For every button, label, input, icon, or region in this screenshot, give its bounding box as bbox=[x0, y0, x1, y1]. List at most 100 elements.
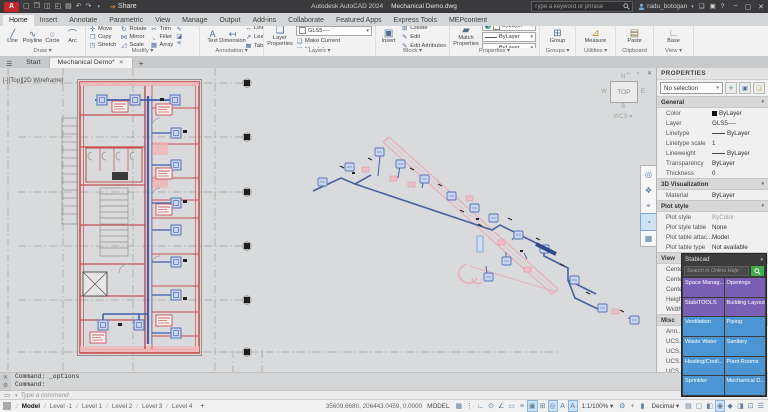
stabicad-module-button[interactable]: Mechanical D... bbox=[725, 376, 766, 395]
property-row[interactable]: Plot style table None ▾ bbox=[657, 222, 768, 232]
layout-tab[interactable]: /Level 1 bbox=[74, 403, 104, 410]
status-tool-icon[interactable]: ▢ bbox=[695, 401, 704, 411]
maximize-button[interactable]: ▢ bbox=[745, 3, 752, 11]
modify-tool-button[interactable]: ◳Stretch bbox=[89, 41, 116, 48]
modify-tool-button[interactable]: ▦Array bbox=[150, 41, 173, 48]
modify-tool-button[interactable]: ✛Move bbox=[89, 26, 116, 33]
modify-tool-button[interactable]: ↻Rotate bbox=[120, 26, 146, 33]
property-row[interactable]: Transparency ByLayer ▾ bbox=[657, 158, 768, 168]
status-toggle-icon[interactable]: A bbox=[569, 401, 577, 411]
layout-tab[interactable]: /Level -1 bbox=[42, 403, 74, 410]
collapse-section-icon[interactable]: ▾ bbox=[761, 203, 764, 209]
new-file-icon[interactable]: ▢ bbox=[23, 2, 30, 12]
panel-label-groups[interactable]: Groups ▾ bbox=[540, 48, 575, 56]
match-properties-button[interactable]: ▰Match Properties bbox=[453, 26, 479, 48]
qat-dropdown-icon[interactable]: ▾ bbox=[98, 2, 101, 12]
property-row[interactable]: Linetype ByLayer ▾ bbox=[657, 128, 768, 138]
layout-tab[interactable]: /Level 3 bbox=[134, 403, 164, 410]
stabicad-module-button[interactable]: Space Manag... bbox=[683, 278, 724, 297]
close-command-history-icon[interactable]: ✕ bbox=[3, 374, 8, 381]
ribbon-tab[interactable]: Output bbox=[213, 15, 246, 26]
stabicad-module-button[interactable]: Building Layout bbox=[725, 298, 766, 317]
app-menu-button[interactable]: A bbox=[4, 2, 19, 12]
modify-extra-button[interactable]: ✎ bbox=[176, 27, 182, 33]
model-paper-toggle[interactable]: MODEL bbox=[424, 403, 452, 410]
status-toggle-icon[interactable]: ▣ bbox=[528, 401, 537, 411]
open-file-icon[interactable]: ❒ bbox=[34, 2, 40, 12]
select-objects-icon[interactable]: ▣ bbox=[739, 82, 751, 94]
status-tool-icon[interactable]: ◉ bbox=[716, 401, 724, 411]
stabicad-search-button[interactable] bbox=[751, 266, 764, 276]
viewcube-top-face[interactable]: TOP bbox=[610, 81, 638, 103]
help-icon[interactable]: ? bbox=[721, 2, 725, 12]
status-toggle-icon[interactable]: ⊙ bbox=[487, 401, 495, 411]
lineweight-dropdown[interactable]: ByLayer▾ bbox=[482, 32, 536, 42]
property-row[interactable]: Plot style ▾ bbox=[657, 200, 768, 212]
stabicad-module-button[interactable]: Openings bbox=[725, 278, 766, 297]
paste-button[interactable]: ▤Paste bbox=[622, 29, 648, 45]
annotation-small-button[interactable]: ↔Linear bbox=[245, 26, 263, 32]
ribbon-tab[interactable]: Manage bbox=[176, 15, 213, 26]
new-drawing-button[interactable]: + bbox=[133, 59, 150, 68]
property-row[interactable]: Plot table type Not available ▾ bbox=[657, 242, 768, 252]
stabicad-module-button[interactable]: Waste Water bbox=[683, 337, 724, 356]
viewport-controls-label[interactable]: [-][Top][2D Wireframe] bbox=[3, 77, 64, 84]
undo-icon[interactable]: ↶ bbox=[76, 2, 82, 12]
status-tool-icon[interactable]: ⊡ bbox=[747, 401, 755, 411]
property-row[interactable]: Color ByLayer ▾ bbox=[657, 108, 768, 118]
ribbon-tab[interactable]: MEPcontent bbox=[443, 15, 493, 26]
stabicad-module-button[interactable]: Piping bbox=[725, 317, 766, 336]
status-tool-icon[interactable]: ◆ bbox=[726, 401, 734, 411]
close-button[interactable]: ✕ bbox=[758, 3, 764, 11]
property-row[interactable]: Linetype scale 1 ▾ bbox=[657, 138, 768, 148]
customization-menu-icon[interactable]: ☰ bbox=[757, 401, 765, 411]
panel-label-annotation[interactable]: Annotation ▾ bbox=[200, 48, 263, 56]
ribbon-tab[interactable]: Home bbox=[3, 15, 34, 26]
share-button[interactable]: ➔Share bbox=[110, 3, 137, 11]
panel-label-layers[interactable]: Layers ▾ bbox=[264, 48, 375, 56]
close-tab-icon[interactable]: ✕ bbox=[119, 59, 124, 66]
property-row[interactable]: General ▾ bbox=[657, 96, 768, 108]
layout-tab[interactable]: /Level 2 bbox=[104, 403, 134, 410]
property-row[interactable]: 3D Visualization ▾ bbox=[657, 178, 768, 190]
modify-tool-button[interactable]: ◿Scale bbox=[120, 41, 146, 48]
minimize-button[interactable]: − bbox=[733, 3, 737, 10]
panel-label-clipboard[interactable]: Clipboard bbox=[616, 48, 653, 56]
status-toggle-icon[interactable]: ⊞ bbox=[539, 401, 547, 411]
ribbon-tab[interactable]: Insert bbox=[34, 15, 64, 26]
nav-tool-icon[interactable]: ❖ bbox=[641, 182, 656, 198]
layer-tool-button[interactable]: ❏Make Current bbox=[296, 37, 372, 45]
stabicad-module-button[interactable]: Sprinkler bbox=[683, 376, 724, 395]
status-toggle-icon[interactable]: ⋮ bbox=[465, 401, 474, 411]
file-tab-menu-icon[interactable]: ☰ bbox=[0, 60, 18, 68]
property-row[interactable]: Lineweight ByLayer ▾ bbox=[657, 148, 768, 158]
group-button[interactable]: ⊞Group bbox=[545, 29, 571, 45]
block-tool-button[interactable]: ✎Edit bbox=[401, 33, 446, 41]
apps-icon[interactable]: ▣ bbox=[710, 2, 716, 12]
quick-select-icon[interactable]: ❏ bbox=[753, 82, 765, 94]
measure-button[interactable]: ⊿Measure bbox=[583, 29, 609, 45]
stabicad-module-button[interactable]: Sanitary bbox=[725, 337, 766, 356]
nav-tool-icon[interactable]: ◔ bbox=[641, 214, 656, 230]
draw-tool-button[interactable]: ○Circle bbox=[43, 29, 62, 45]
modify-tool-button[interactable]: ❐Copy bbox=[89, 33, 116, 41]
layout-tab[interactable]: /Level 4 bbox=[164, 403, 194, 410]
viewport-window-controls[interactable]: − ▫ ✕ bbox=[626, 70, 655, 77]
status-toggle-icon[interactable]: ≡ bbox=[518, 401, 526, 411]
nav-tool-icon[interactable]: ◎ bbox=[641, 166, 656, 182]
status-toggle-icon[interactable]: ▭ bbox=[507, 401, 516, 411]
save-as-icon[interactable]: ◰ bbox=[55, 2, 62, 12]
status-toggle-icon[interactable]: ∠ bbox=[497, 401, 505, 411]
modify-tool-button[interactable]: ◟Fillet bbox=[150, 33, 173, 41]
nav-tool-icon[interactable]: ⌖ bbox=[641, 198, 656, 214]
gear-icon[interactable]: ⚙ bbox=[618, 401, 626, 411]
layer-select-dropdown[interactable]: GLS5----▾ bbox=[296, 26, 372, 36]
modify-extra-button[interactable]: ✳ bbox=[176, 41, 182, 47]
stabicad-header[interactable]: Stabicad▾ bbox=[682, 254, 766, 265]
draw-tool-button[interactable]: ∿Polyline bbox=[23, 29, 42, 45]
annotation-tool-button[interactable]: ↤Dimension bbox=[223, 29, 242, 45]
drawing-canvas[interactable]: [-][Top][2D Wireframe] N W TOP E S WCS ▾… bbox=[0, 68, 656, 372]
status-toggle-icon[interactable]: ▦ bbox=[455, 401, 464, 411]
stabicad-search-input[interactable]: Search in Online Help bbox=[684, 266, 749, 276]
modify-tool-button[interactable]: ✂Trim bbox=[150, 26, 173, 33]
